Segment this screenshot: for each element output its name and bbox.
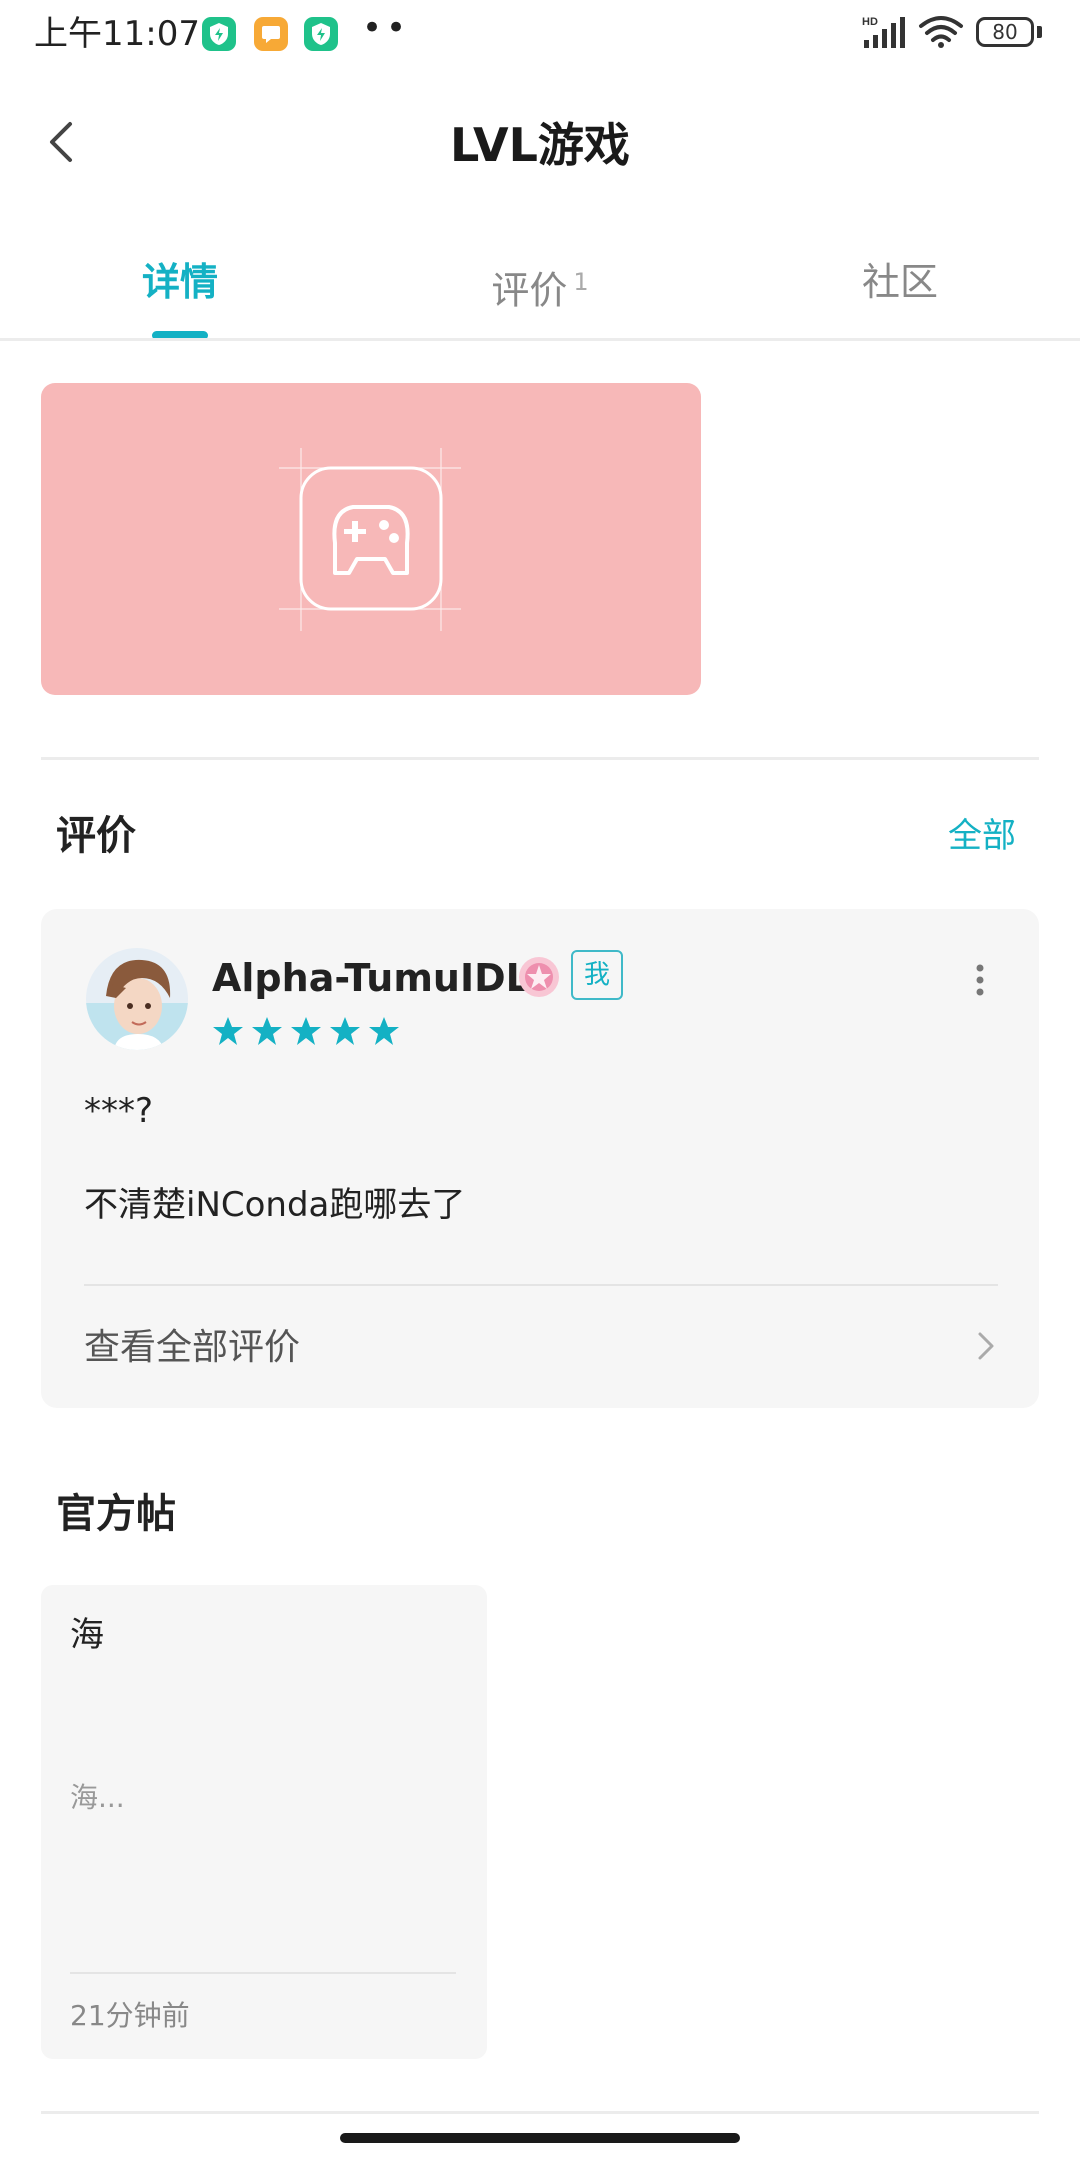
card-divider xyxy=(84,1284,998,1286)
status-time: 上午11:07 xyxy=(34,14,200,54)
tabs-divider xyxy=(0,338,1080,341)
network-label: HD xyxy=(862,16,878,28)
star-icon xyxy=(369,1017,399,1045)
notification-chat-icon xyxy=(254,17,288,51)
game-banner-image[interactable] xyxy=(41,383,701,695)
tab-reviews[interactable]: 评价 1 xyxy=(360,252,720,321)
chevron-right-icon[interactable] xyxy=(972,1326,998,1366)
tab-reviews-label: 评价 xyxy=(491,268,568,313)
notification-shield-icon xyxy=(304,17,338,51)
review-text-line-1: ***? xyxy=(84,1091,154,1131)
official-post-card[interactable] xyxy=(41,1585,487,2059)
post-title: 海 xyxy=(70,1615,104,1655)
me-badge: 我 xyxy=(571,950,623,1000)
tab-community[interactable]: 社区 xyxy=(720,252,1080,312)
post-preview: 海... xyxy=(70,1781,125,1814)
home-indicator[interactable] xyxy=(340,2133,740,2143)
reviews-section-title: 评价 xyxy=(56,813,136,859)
tab-reviews-count: 1 xyxy=(573,268,589,296)
tab-community-label: 社区 xyxy=(861,260,938,304)
tab-details-label: 详情 xyxy=(141,260,218,304)
see-all-reviews-link[interactable]: 全部 xyxy=(948,806,1016,866)
star-icon xyxy=(291,1017,321,1045)
more-options-icon[interactable] xyxy=(970,962,990,1002)
gamepad-placeholder-icon xyxy=(279,448,461,631)
medal-icon xyxy=(517,955,561,999)
section-divider xyxy=(41,757,1039,760)
star-icon xyxy=(213,1017,243,1045)
official-posts-title: 官方帖 xyxy=(56,1491,176,1537)
section-divider xyxy=(41,2111,1039,2114)
post-timestamp: 21分钟前 xyxy=(70,1999,190,2032)
notification-shield-icon xyxy=(202,17,236,51)
star-icon xyxy=(330,1017,360,1045)
avatar[interactable] xyxy=(86,948,188,1050)
more-notifications-icon: •• xyxy=(362,8,411,48)
rating-stars xyxy=(212,1014,412,1054)
review-username[interactable]: Alpha-TumuIDLE xyxy=(212,950,556,1006)
wifi-icon xyxy=(918,14,964,54)
signal-icon: HD xyxy=(862,14,908,54)
view-all-reviews-button[interactable]: 查看全部评价 xyxy=(84,1320,300,1376)
star-icon xyxy=(252,1017,282,1045)
review-text-line-2: 不清楚iNConda跑哪去了 xyxy=(84,1185,466,1225)
post-divider xyxy=(70,1972,456,1974)
tab-details[interactable]: 详情 xyxy=(0,252,360,312)
page-title: LVL游戏 xyxy=(450,118,630,172)
battery-tip xyxy=(1037,26,1042,38)
battery-indicator: 80 xyxy=(976,17,1034,47)
